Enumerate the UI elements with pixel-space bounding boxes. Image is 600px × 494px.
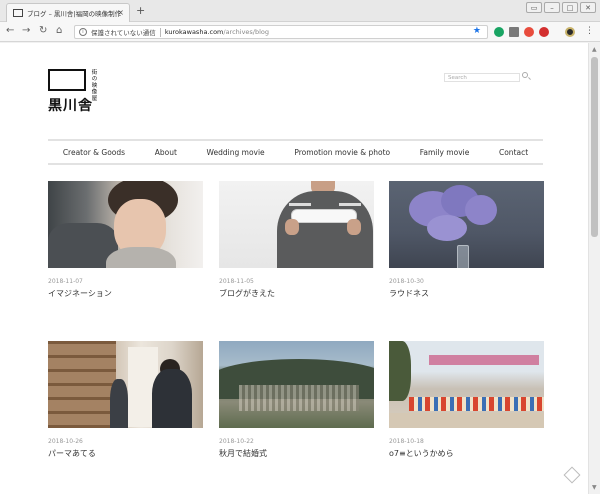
main-nav: Creator & Goods About Wedding movie Prom… xyxy=(48,139,543,165)
post-title[interactable]: 秋月で結婚式 xyxy=(219,448,374,459)
post-card[interactable]: 2018-10-30 ラウドネス xyxy=(389,181,544,299)
web-page: 街の映像屋 黒川舎 Search Creator & Goods About W… xyxy=(0,43,588,494)
scroll-down-icon[interactable]: ▼ xyxy=(592,484,597,491)
back-arrow-icon[interactable]: ← xyxy=(6,25,14,37)
page-favicon-icon xyxy=(13,9,23,17)
post-card[interactable]: 2018-10-26 パーマあてる xyxy=(48,341,203,459)
reload-icon[interactable]: ↻ xyxy=(39,25,47,37)
post-date: 2018-10-26 xyxy=(48,438,83,445)
post-date: 2018-10-22 xyxy=(219,438,254,445)
browser-titlebar: ブログ – 黒川舎|福岡の映像制作 × + ▭ – □ ✕ xyxy=(0,0,600,22)
url-host: kurokawasha.com xyxy=(164,28,224,36)
search-icon[interactable] xyxy=(522,72,528,78)
post-date: 2018-11-07 xyxy=(48,278,83,285)
post-title[interactable]: パーマあてる xyxy=(48,448,203,459)
omnibox-separator xyxy=(159,27,161,37)
browser-toolbar: ← → ↻ ⌂ i 保護されていない通信 kurokawasha.com /ar… xyxy=(0,22,600,42)
maximize-icon[interactable]: □ xyxy=(562,2,578,13)
security-label: 保護されていない通信 xyxy=(91,29,156,37)
record-extension-icon[interactable] xyxy=(539,27,549,37)
browser-tab[interactable]: ブログ – 黒川舎|福岡の映像制作 × xyxy=(6,3,130,22)
info-icon[interactable]: i xyxy=(79,28,87,36)
page-scrollbar[interactable]: ▲ ▼ xyxy=(588,43,600,494)
search-input[interactable]: Search xyxy=(444,73,520,82)
bookmark-star-icon[interactable]: ★ xyxy=(473,26,481,36)
nav-item-wedding-movie[interactable]: Wedding movie xyxy=(207,148,265,157)
post-thumbnail[interactable] xyxy=(48,181,203,268)
tab-title: ブログ – 黒川舎|福岡の映像制作 xyxy=(27,10,122,18)
post-thumbnail[interactable] xyxy=(219,341,374,428)
scroll-up-icon[interactable]: ▲ xyxy=(592,46,597,53)
url-path: /archives/blog xyxy=(223,28,270,36)
post-date: 2018-11-05 xyxy=(219,278,254,285)
window-controls: ▭ – □ ✕ xyxy=(526,2,596,13)
post-card[interactable]: 2018-11-05 ブログがきえた xyxy=(219,181,374,299)
profile-window-icon[interactable]: ▭ xyxy=(526,2,542,13)
nav-item-family-movie[interactable]: Family movie xyxy=(420,148,470,157)
post-thumbnail[interactable] xyxy=(389,341,544,428)
scrollbar-thumb[interactable] xyxy=(591,57,598,237)
home-icon[interactable]: ⌂ xyxy=(56,25,62,37)
adblock-extension-icon[interactable] xyxy=(524,27,534,37)
post-title[interactable]: o7≡というかめら xyxy=(389,448,544,459)
evernote-extension-icon[interactable] xyxy=(494,27,504,37)
forward-arrow-icon[interactable]: → xyxy=(22,25,30,37)
logo-mark xyxy=(48,69,86,91)
scroll-top-icon[interactable] xyxy=(563,466,581,484)
close-tab-icon[interactable]: × xyxy=(117,8,124,17)
nav-item-promotion[interactable]: Promotion movie & photo xyxy=(294,148,390,157)
post-thumbnail[interactable] xyxy=(389,181,544,268)
post-date: 2018-10-18 xyxy=(389,438,424,445)
nav-item-creator-goods[interactable]: Creator & Goods xyxy=(63,148,125,157)
post-date: 2018-10-30 xyxy=(389,278,424,285)
account-avatar-icon[interactable] xyxy=(565,27,575,37)
post-thumbnail[interactable] xyxy=(219,181,374,268)
window-close-icon[interactable]: ✕ xyxy=(580,2,596,13)
browser-menu-icon[interactable]: ⋮ xyxy=(585,26,594,36)
new-tab-button[interactable]: + xyxy=(136,5,145,17)
address-bar[interactable]: i 保護されていない通信 kurokawasha.com /archives/b… xyxy=(74,25,488,39)
logo-name: 黒川舎 xyxy=(48,98,93,114)
post-title[interactable]: ブログがきえた xyxy=(219,288,374,299)
post-title[interactable]: ラウドネス xyxy=(389,288,544,299)
post-card[interactable]: 2018-10-22 秋月で結婚式 xyxy=(219,341,374,459)
post-thumbnail[interactable] xyxy=(48,341,203,428)
post-card[interactable]: 2018-11-07 イマジネーション xyxy=(48,181,203,299)
extension-icon[interactable] xyxy=(509,27,519,37)
minimize-icon[interactable]: – xyxy=(544,2,560,13)
nav-item-contact[interactable]: Contact xyxy=(499,148,528,157)
nav-item-about[interactable]: About xyxy=(155,148,177,157)
post-title[interactable]: イマジネーション xyxy=(48,288,203,299)
post-card[interactable]: 2018-10-18 o7≡というかめら xyxy=(389,341,544,459)
site-logo[interactable]: 街の映像屋 黒川舎 xyxy=(48,69,108,114)
